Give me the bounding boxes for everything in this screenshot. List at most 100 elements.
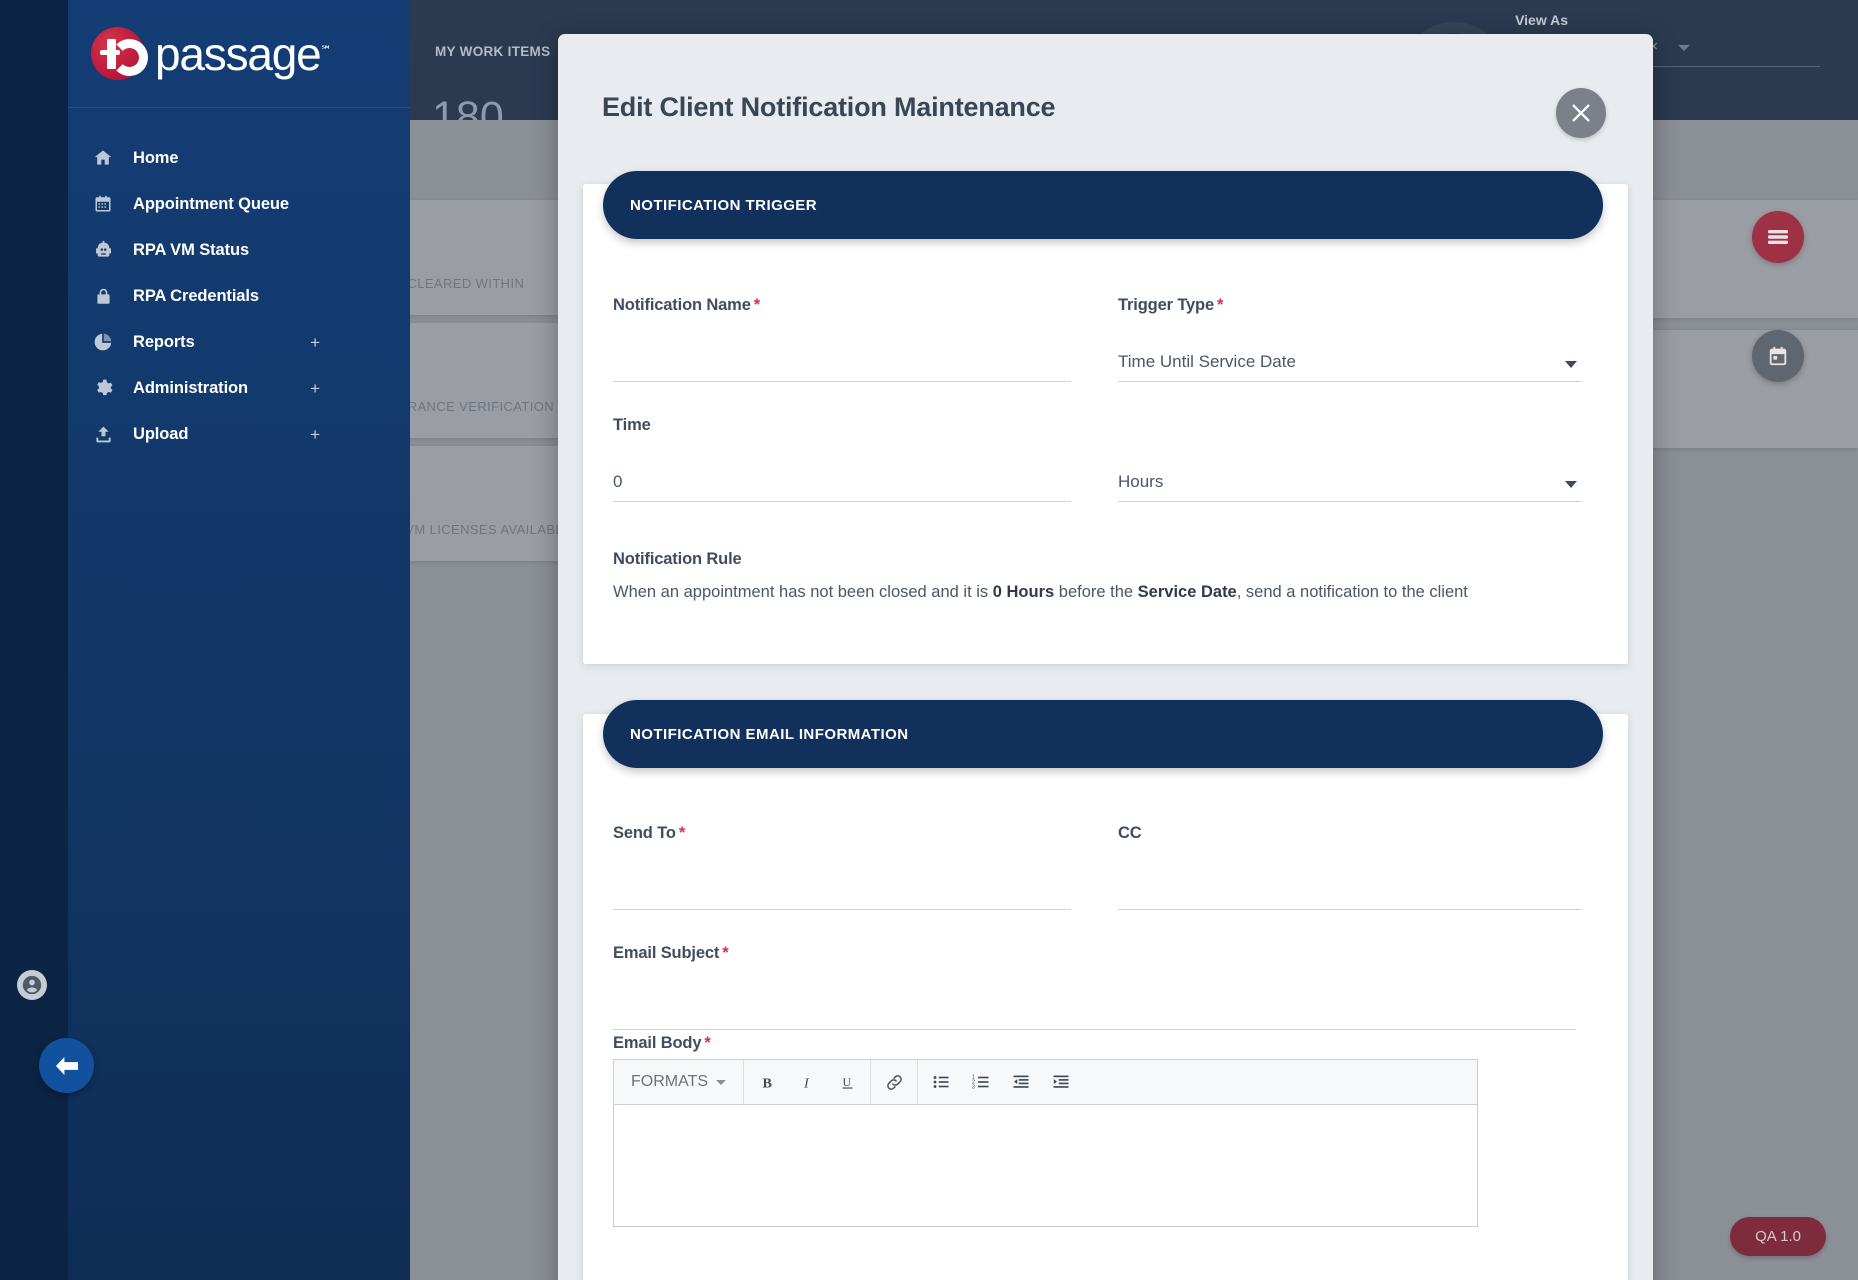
rule-bold-time: 0 Hours [992,583,1055,601]
email-subject-field[interactable]: Email Subject * [613,944,1576,1030]
rule-suffix: , send a notification to the client [1236,583,1468,601]
close-icon[interactable] [1556,88,1606,138]
link-icon[interactable] [874,1060,914,1104]
trigger-type-select[interactable]: Time Until Service Date [1118,352,1581,382]
indent-icon[interactable] [1041,1060,1081,1104]
field-value [613,1020,1576,1029]
pie-chart-icon [90,331,116,353]
cc-input[interactable] [1118,900,1581,910]
sidebar-item-label: Reports [133,332,195,351]
formats-dropdown[interactable]: FORMATS [617,1060,740,1104]
field-label: Notification Name * [613,296,760,314]
back-button[interactable] [39,1038,94,1093]
expand-plus-icon[interactable]: + [310,380,320,397]
upload-icon [90,423,116,445]
qa-version-badge[interactable]: QA 1.0 [1730,1217,1826,1256]
email-subject-input[interactable] [613,1020,1576,1030]
chevron-down-icon[interactable] [1565,481,1577,488]
cc-field[interactable]: CC [1118,824,1581,910]
section-heading-text: NOTIFICATION TRIGGER [630,196,818,214]
robot-icon [90,239,116,261]
calendar-icon [90,193,116,215]
calendar-fab-icon[interactable] [1752,330,1804,382]
toolbar-group-formats: FORMATS [614,1060,745,1104]
bullet-list-icon[interactable] [921,1060,961,1104]
bold-icon[interactable]: B [747,1060,787,1104]
field-label: Time [613,416,651,434]
required-asterisk: * [753,296,760,314]
brand-trademark: ℠ [320,44,332,57]
sidebar-item-administration[interactable]: Administration + [68,365,410,411]
svg-text:B: B [762,1075,772,1091]
sidebar-item-appointment-queue[interactable]: Appointment Queue [68,181,410,227]
rule-prefix: When an appointment has not been closed … [613,583,993,601]
time-input[interactable]: 0 [613,472,1071,502]
sidebar-item-label: RPA Credentials [133,286,259,305]
notification-email-heading: NOTIFICATION EMAIL INFORMATION [603,700,1603,768]
view-as-label[interactable]: View As [1515,12,1568,28]
required-asterisk: * [704,1034,711,1052]
editor-toolbar: FORMATS B I U 1 2 3 [613,1059,1478,1105]
lock-icon [90,285,116,307]
field-label: CC [1118,824,1142,842]
notification-rule-label: Notification Rule [613,550,742,568]
chevron-down-icon[interactable] [1565,361,1577,368]
outdent-icon[interactable] [1001,1060,1041,1104]
field-label: Trigger Type * [1118,296,1224,314]
send-to-input[interactable] [613,900,1071,910]
time-unit-field[interactable]: Hours [1118,416,1581,502]
sidebar-nav: Home Appointment Queue RPA VM Status RPA… [68,135,410,457]
brand-name: passage℠ [155,31,332,77]
toolbar-group-style: B I U [744,1060,872,1104]
sidebar-item-rpa-credentials[interactable]: RPA Credentials [68,273,410,319]
sidebar-item-label: Home [133,148,179,167]
required-asterisk: * [722,944,729,962]
required-asterisk: * [1217,296,1224,314]
sidebar-item-home[interactable]: Home [68,135,410,181]
email-body-label: Email Body * [613,1034,711,1052]
field-label: Email Subject * [613,944,729,962]
my-work-items-label: MY WORK ITEMS [435,44,551,59]
field-value [1118,900,1581,909]
time-unit-select[interactable]: Hours [1118,472,1581,502]
chevron-down-icon [716,1079,727,1085]
field-value [613,372,1071,381]
notification-trigger-heading: NOTIFICATION TRIGGER [603,171,1603,239]
expand-plus-icon[interactable]: + [310,334,320,351]
filter-chevron-down-icon[interactable] [1678,45,1690,51]
sidebar-item-label: Administration [133,378,249,397]
notification-rule-text: When an appointment has not been closed … [613,581,1573,605]
menu-fab-icon[interactable] [1752,211,1804,263]
field-value: 0 [613,472,623,491]
sidebar-item-label: RPA VM Status [133,240,250,259]
sidebar-item-rpa-vm-status[interactable]: RPA VM Status [68,227,410,273]
email-body-textarea[interactable] [613,1105,1478,1227]
field-value: Time Until Service Date [1118,352,1296,371]
sidebar-item-label: Upload [133,424,189,443]
sidebar: passage℠ Home Appointment Queue RPA VM S… [0,0,410,1280]
email-body-editor: FORMATS B I U 1 2 3 [613,1059,1478,1227]
time-field[interactable]: Time 0 [613,416,1071,502]
expand-plus-icon[interactable]: + [310,426,320,443]
formats-label: FORMATS [631,1073,709,1090]
avatar[interactable] [17,970,47,1000]
required-asterisk: * [678,824,686,842]
notification-name-field[interactable]: Notification Name * [613,296,1071,382]
italic-icon[interactable]: I [787,1060,827,1104]
toolbar-group-lists: 123 [918,1060,1084,1104]
notification-rule-block: Notification Rule When an appointment ha… [613,550,1573,605]
numbered-list-icon[interactable]: 123 [961,1060,1001,1104]
trigger-type-field[interactable]: Trigger Type * Time Until Service Date [1118,296,1581,382]
send-to-field[interactable]: Send To * [613,824,1071,910]
notification-name-input[interactable] [613,372,1071,382]
underline-icon[interactable]: U [827,1060,867,1104]
rule-middle: before the [1054,583,1138,601]
sidebar-item-upload[interactable]: Upload + [68,411,410,457]
field-value [613,900,1071,909]
svg-text:3: 3 [972,1084,975,1090]
sidebar-item-reports[interactable]: Reports + [68,319,410,365]
rule-bold-date: Service Date [1137,583,1237,601]
passage-logo-icon [91,27,148,80]
modal-title: Edit Client Notification Maintenance [602,92,1056,122]
brand-logo[interactable]: passage℠ [68,0,410,108]
